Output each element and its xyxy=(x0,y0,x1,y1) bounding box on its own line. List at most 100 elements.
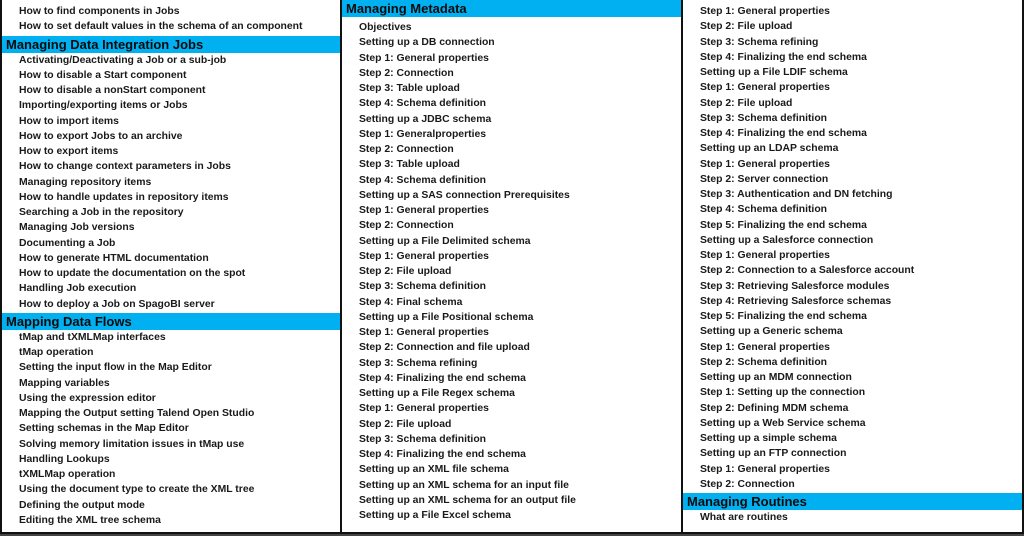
toc-entry: tMap operation xyxy=(19,347,94,358)
toc-entry: Step 1: General properties xyxy=(359,250,489,262)
toc-entry: Using the document type to create the XM… xyxy=(19,484,255,496)
toc-entry: Step 2: Schema definition xyxy=(700,356,828,368)
toc-entry: Step 3: Schema definition xyxy=(359,433,487,445)
toc-entry: How to handle updates in repository item… xyxy=(19,191,229,203)
toc-entry: Step 1: General properties xyxy=(700,158,830,170)
toc-entry: Step 2: File upload xyxy=(700,21,793,33)
toc-entry: How to change context parameters in Jobs xyxy=(19,161,231,173)
toc-entry: How to import items xyxy=(19,115,119,127)
toc-entry: Step 2: File upload xyxy=(359,266,452,277)
toc-entry: Setting up a Web Service schema xyxy=(700,417,866,429)
toc-entry: Step 1: General properties xyxy=(359,205,489,216)
toc-entry: Activating/Deactivating a Job or a sub-j… xyxy=(19,54,227,66)
toc-entry: Step 4: Schema definition xyxy=(700,204,828,216)
toc-column-1: How to find components in Jobs How to set… xyxy=(0,0,340,534)
toc-entry: Managing repository items xyxy=(19,176,152,188)
toc-entry: Documenting a Job xyxy=(19,237,116,249)
toc-entry: Step 4: Finalizing the end schema xyxy=(700,51,867,63)
toc-entry: tXMLMap operation xyxy=(19,469,116,480)
toc-entry: Step 4: Final schema xyxy=(359,296,463,308)
toc-entry: Step 2: Defining MDM schema xyxy=(700,402,849,414)
toc-entry: Objectives xyxy=(359,22,412,33)
toc-entry: Step 3: Schema definition xyxy=(700,112,828,124)
toc-entry: Step 4: Finalizing the end schema xyxy=(359,372,526,384)
toc-entry: Step 1: General properties xyxy=(359,327,489,338)
section-header: Managing Metadata xyxy=(342,0,681,17)
toc-entry: What are routines xyxy=(700,512,788,523)
toc-entry: Solving memory limitation issues in tMap… xyxy=(19,438,245,450)
toc-entry: How to export items xyxy=(19,146,119,157)
toc-entry: Step 2: Connection xyxy=(359,144,454,155)
toc-entry: Step 5: Finalizing the end schema xyxy=(700,311,867,322)
section-header: Mapping Data Flows xyxy=(2,312,340,330)
toc-entry: Managing Job versions xyxy=(19,222,135,234)
toc-entry: Step 4: Finalizing the end schema xyxy=(700,128,867,139)
toc-entry: Step 1: General properties xyxy=(700,6,830,17)
toc-entry: Setting up a Salesforce connection xyxy=(700,234,874,246)
toc-entry: Setting up an MDM connection xyxy=(700,372,852,383)
toc-table: How to find components in Jobs How to set… xyxy=(0,0,1024,536)
toc-entry: Setting up an LDAP schema xyxy=(700,143,839,155)
toc-entry: Setting up a Generic schema xyxy=(700,326,843,338)
toc-entry: Setting up a File Excel schema xyxy=(359,510,511,521)
toc-entry: Step 4: Finalizing the end schema xyxy=(359,449,526,460)
toc-entry: Step 2: Connection xyxy=(359,67,454,79)
toc-entry: Setting up an XML schema for an output f… xyxy=(359,494,576,506)
toc-entry: Step 1: General properties xyxy=(700,463,830,475)
toc-entry: Setting the input flow in the Map Editor xyxy=(19,362,212,374)
toc-entry: Step 1: General properties xyxy=(700,82,830,94)
toc-entry: Step 4: Retrieving Salesforce schemas xyxy=(700,295,892,307)
toc-entry: Searching a Job in the repository xyxy=(19,207,184,218)
toc-entry: Step 1: General properties xyxy=(359,403,489,415)
toc-entry: Mapping the Output setting Talend Open S… xyxy=(19,408,255,419)
toc-entry: Setting up a File Positional schema xyxy=(359,311,534,323)
toc-entry: Setting up an XML schema for an input fi… xyxy=(359,479,569,491)
toc-entry: Step 3: Authentication and DN fetching xyxy=(700,189,893,200)
toc-entry: Step 2: Connection xyxy=(359,220,454,232)
toc-entry: Handling Job execution xyxy=(19,283,137,295)
toc-entry: Step 2: Connection to a Salesforce accou… xyxy=(700,265,915,277)
toc-column-3: Step 1: General properties Step 2: File u… xyxy=(683,0,1024,534)
toc-entry: Step 1: General properties xyxy=(359,52,489,64)
toc-entry: How to disable a nonStart component xyxy=(19,85,206,96)
toc-entry: Step 5: Finalizing the end schema xyxy=(700,219,867,231)
toc-entry: Setting up a simple schema xyxy=(700,433,837,444)
toc-entry: Step 2: Connection and file upload xyxy=(359,342,530,354)
toc-entry: How to disable a Start component xyxy=(19,69,187,81)
toc-entry: Setting schemas in the Map Editor xyxy=(19,423,189,435)
section-header: Managing Data Integration Jobs xyxy=(2,35,340,53)
toc-entry: Step 2: Server connection xyxy=(700,173,829,185)
toc-entry: Step 3: Retrieving Salesforce modules xyxy=(700,280,890,292)
toc-entry: How to update the documentation on the s… xyxy=(19,268,246,279)
toc-entry: Step 3: Schema definition xyxy=(359,281,487,293)
toc-entry: Step 2: File upload xyxy=(359,418,452,430)
toc-entry: How to deploy a Job on SpagoBI server xyxy=(19,298,215,310)
toc-entry: Setting up a SAS connection Prerequisite… xyxy=(359,189,570,201)
toc-entry: Step 1: Setting up the connection xyxy=(700,387,866,399)
toc-entry: How to find components in Jobs xyxy=(19,6,180,17)
toc-entry: Step 2: File upload xyxy=(700,97,793,109)
toc-entry: Setting up an XML file schema xyxy=(359,464,509,476)
toc-entry: Setting up a DB connection xyxy=(359,37,495,49)
toc-entry: How to set default values in the schema … xyxy=(19,21,303,33)
toc-entry: Step 3: Table upload xyxy=(359,159,460,171)
toc-entry: Step 1: Generalproperties xyxy=(359,128,487,140)
toc-entry: Defining the output mode xyxy=(19,499,145,511)
toc-entry: Step 3: Schema refining xyxy=(359,357,478,369)
toc-entry: Step 3: Table upload xyxy=(359,83,460,94)
toc-entry: Setting up a JDBC schema xyxy=(359,113,492,125)
section-header: Managing Routines xyxy=(683,493,1022,510)
toc-entry: Step 4: Schema definition xyxy=(359,174,487,186)
toc-entry: Using the expression editor xyxy=(19,392,156,404)
toc-entry: Step 1: General properties xyxy=(700,250,830,261)
toc-entry: Step 4: Schema definition xyxy=(359,98,487,110)
toc-entry: Setting up an FTP connection xyxy=(700,448,847,460)
toc-entry: Editing the XML tree schema xyxy=(19,514,161,526)
toc-entry: Setting up a File LDIF schema xyxy=(700,67,848,78)
toc-entry: tMap and tXMLMap interfaces xyxy=(19,331,166,343)
toc-entry: Importing/exporting items or Jobs xyxy=(19,100,188,112)
toc-entry: Setting up a File Regex schema xyxy=(359,388,515,399)
toc-entry: Mapping variables xyxy=(19,377,110,389)
toc-entry: How to export Jobs to an archive xyxy=(19,130,183,142)
toc-entry: Step 1: General properties xyxy=(700,341,830,353)
